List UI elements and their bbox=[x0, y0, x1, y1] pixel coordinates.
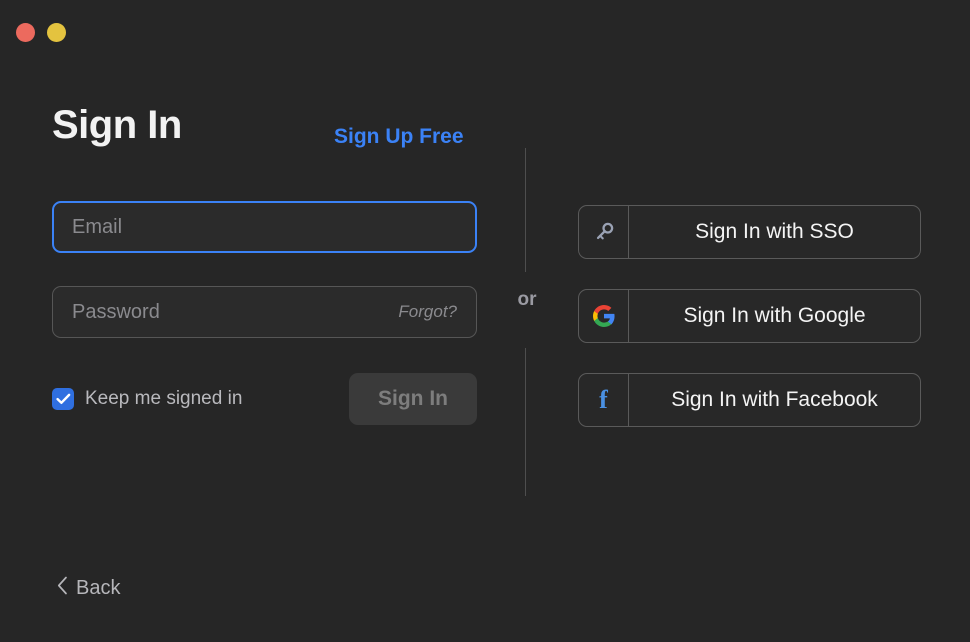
facebook-button-label: Sign In with Facebook bbox=[671, 388, 878, 411]
keep-signed-in-label: Keep me signed in bbox=[85, 388, 243, 409]
divider-line-bottom bbox=[525, 348, 526, 496]
google-button-label: Sign In with Google bbox=[683, 304, 866, 327]
window-titlebar bbox=[0, 0, 970, 64]
sign-in-with-facebook-button[interactable]: f Sign In with Facebook bbox=[578, 373, 921, 427]
sign-up-free-link[interactable]: Sign Up Free bbox=[334, 123, 464, 151]
chevron-left-icon bbox=[57, 576, 68, 600]
close-button[interactable] bbox=[16, 23, 35, 42]
forgot-password-link[interactable]: Forgot? bbox=[398, 301, 457, 323]
page-title: Sign In bbox=[52, 103, 182, 147]
minimize-button[interactable] bbox=[47, 23, 66, 42]
sign-in-with-google-button[interactable]: Sign In with Google bbox=[578, 289, 921, 343]
google-icon bbox=[579, 290, 629, 342]
sso-button-label: Sign In with SSO bbox=[695, 220, 854, 243]
divider-label: or bbox=[517, 289, 537, 310]
facebook-icon: f bbox=[579, 374, 629, 426]
sso-buttons-group: Sign In with SSO Sign In with Google f S… bbox=[578, 205, 921, 427]
sign-in-window: Sign In Sign Up Free Email Password Forg… bbox=[0, 0, 970, 642]
keep-signed-in-checkbox[interactable]: Keep me signed in bbox=[52, 387, 242, 411]
email-placeholder: Email bbox=[72, 216, 123, 238]
back-label: Back bbox=[76, 577, 121, 599]
or-divider: or bbox=[518, 148, 565, 496]
form-actions-row: Keep me signed in Sign In bbox=[52, 373, 477, 425]
divider-line-top bbox=[525, 148, 526, 272]
facebook-glyph: f bbox=[599, 385, 608, 414]
key-icon bbox=[579, 206, 629, 258]
checkbox-checked-icon bbox=[52, 388, 74, 410]
window-controls bbox=[16, 23, 66, 42]
password-field[interactable]: Password Forgot? bbox=[52, 286, 477, 338]
email-field[interactable]: Email bbox=[52, 201, 477, 253]
back-link[interactable]: Back bbox=[57, 575, 120, 601]
credentials-form: Email Password Forgot? Keep me signed in… bbox=[52, 201, 477, 425]
sign-in-submit-button[interactable]: Sign In bbox=[349, 373, 477, 425]
password-placeholder: Password bbox=[72, 301, 160, 323]
sign-in-with-sso-button[interactable]: Sign In with SSO bbox=[578, 205, 921, 259]
